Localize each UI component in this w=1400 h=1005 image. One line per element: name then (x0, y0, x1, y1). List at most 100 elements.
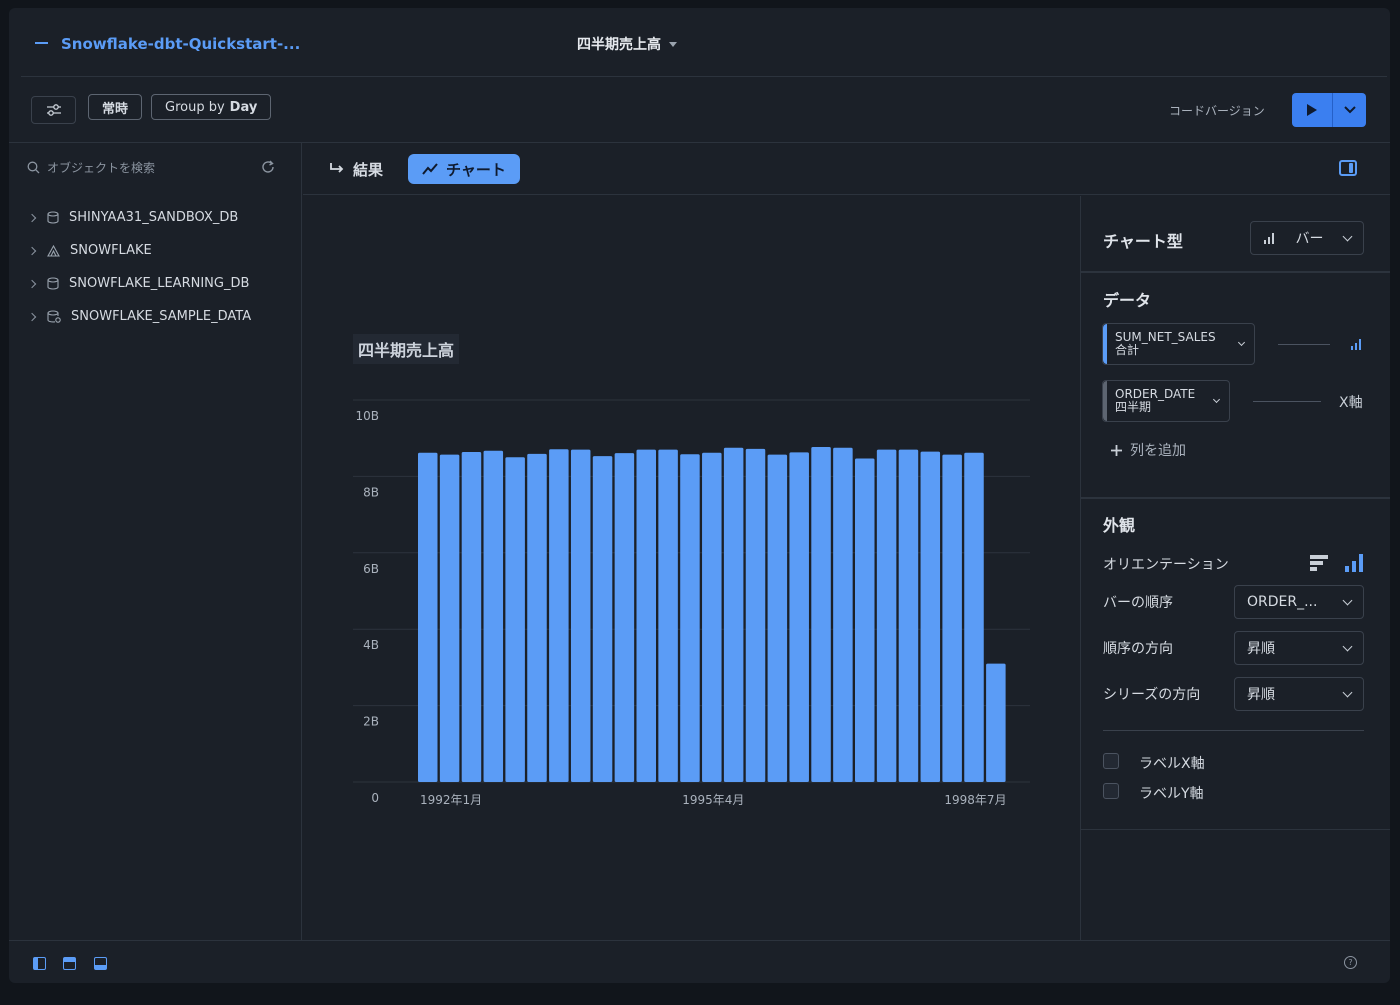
side-panel-toggle-icon[interactable] (1339, 160, 1357, 176)
bar[interactable] (745, 448, 766, 782)
vertical-bars-icon[interactable] (1345, 554, 1363, 572)
bar[interactable] (789, 452, 809, 782)
bar[interactable] (592, 456, 613, 782)
help-icon[interactable]: ? (1344, 956, 1357, 969)
tree-item-learning-db[interactable]: SNOWFLAKE_LEARNING_DB (27, 276, 249, 291)
bar[interactable] (942, 454, 962, 782)
column-chip-sum-net-sales[interactable]: SUM_NET_SALES 合計 (1102, 323, 1255, 365)
bar[interactable] (767, 454, 788, 782)
chart-settings-panel: チャート型 バー データ SUM_NET_SALES 合計 ORDER_DATE… (1080, 196, 1390, 940)
tab-results-label: 結果 (353, 160, 384, 179)
bar[interactable] (439, 454, 460, 782)
layout-top-panel-icon[interactable] (63, 957, 76, 970)
chart-type-select[interactable]: バー (1250, 221, 1364, 255)
sliders-icon (46, 104, 61, 116)
run-options-button[interactable] (1332, 93, 1366, 127)
code-version-link[interactable]: コードバージョン (1169, 102, 1265, 119)
y-tick-label: 10B (355, 409, 379, 423)
chart-area: 四半期売上高 0 2B 4B 6B 8B 10B 1992年1月 1995年4月 1998年7月 (303, 196, 1080, 940)
chevron-down-icon (1342, 687, 1353, 697)
bar[interactable] (811, 446, 831, 782)
chevron-down-icon (1342, 595, 1353, 605)
chevron-right-icon[interactable] (27, 246, 37, 255)
bar-order-select[interactable]: ORDER_... (1234, 585, 1364, 619)
line-chart-icon (422, 163, 438, 175)
bar[interactable] (549, 449, 569, 782)
label-y-checkbox[interactable] (1103, 783, 1119, 799)
label-y-text: ラベルY軸 (1139, 786, 1204, 802)
filter-button[interactable] (31, 96, 76, 124)
toolbar: 常時 Group by Day コードバージョン (9, 78, 1390, 142)
play-icon (1307, 104, 1317, 116)
bar[interactable] (702, 452, 722, 782)
sheet-title-dropdown[interactable]: 四半期売上高 (577, 34, 677, 54)
bar[interactable] (833, 447, 853, 782)
horizontal-bars-icon[interactable] (1310, 555, 1328, 571)
collapse-icon[interactable] (35, 42, 48, 44)
y-tick-label: 4B (363, 638, 379, 652)
run-button[interactable] (1292, 93, 1332, 127)
bar[interactable] (570, 449, 591, 782)
bar[interactable] (986, 663, 1006, 782)
bar[interactable] (680, 454, 700, 782)
column-chip-order-date[interactable]: ORDER_DATE 四半期 (1102, 380, 1230, 422)
tree-item-sample-data[interactable]: SNOWFLAKE_SAMPLE_DATA (27, 309, 251, 324)
column-aggregation: 合計 (1115, 343, 1140, 357)
bar[interactable] (636, 449, 657, 782)
layout-bottom-panel-icon[interactable] (94, 957, 107, 970)
bar[interactable] (461, 451, 482, 782)
database-icon (47, 277, 59, 290)
database-icon (47, 211, 59, 224)
data-heading: データ (1103, 291, 1152, 310)
column-aggregation: 四半期 (1115, 400, 1152, 414)
add-column-button[interactable]: 列を追加 (1111, 440, 1186, 460)
bar-chart-icon[interactable] (1350, 338, 1362, 350)
chevron-right-icon[interactable] (27, 213, 37, 222)
bar[interactable] (898, 449, 919, 782)
label-x-text: ラベルX軸 (1139, 756, 1205, 772)
add-column-label: 列を追加 (1130, 443, 1186, 459)
bar[interactable] (855, 458, 875, 782)
series-direction-value: 昇順 (1247, 687, 1275, 703)
refresh-icon[interactable] (261, 160, 275, 174)
order-direction-value: 昇順 (1247, 641, 1275, 657)
bar[interactable] (876, 449, 897, 782)
bar[interactable] (527, 453, 547, 782)
bar[interactable] (418, 452, 438, 782)
bar-chart: 0 2B 4B 6B 8B 10B 1992年1月 1995年4月 1998年7月 (353, 399, 1030, 807)
bar[interactable] (723, 447, 744, 782)
series-direction-label: シリーズの方向 (1103, 687, 1201, 703)
tab-results[interactable]: 結果 (315, 154, 397, 184)
tree-item-snowflake[interactable]: SNOWFLAKE (27, 243, 152, 258)
bar[interactable] (614, 453, 635, 782)
y-tick-label: 8B (363, 485, 379, 499)
order-direction-select[interactable]: 昇順 (1234, 631, 1364, 665)
chevron-right-icon[interactable] (27, 312, 37, 321)
bar[interactable] (658, 449, 678, 782)
x-tick-label: 1995年4月 (682, 793, 744, 807)
bar[interactable] (505, 457, 525, 782)
bar[interactable] (964, 452, 984, 782)
tab-chart[interactable]: チャート (408, 154, 520, 184)
layout-left-panel-icon[interactable] (33, 957, 46, 970)
tree-item-label: SHINYAA31_SANDBOX_DB (69, 210, 239, 225)
divider (1103, 730, 1364, 731)
bar-order-value: ORDER_... (1247, 594, 1318, 610)
bar[interactable] (483, 450, 504, 782)
object-search[interactable]: オブジェクトを検索 (27, 159, 155, 176)
tree-item-sandbox-db[interactable]: SHINYAA31_SANDBOX_DB (27, 210, 239, 225)
column-chip-text: ORDER_DATE 四半期 (1115, 388, 1195, 414)
bar[interactable] (920, 451, 941, 782)
chevron-right-icon[interactable] (27, 279, 37, 288)
filter-always-button[interactable]: 常時 (88, 94, 143, 120)
divider (1081, 829, 1390, 830)
object-explorer: オブジェクトを検索 SHINYAA31_SANDBOX_DB SNOWFLAKE… (9, 143, 302, 940)
column-chip-text: SUM_NET_SALES 合計 (1115, 331, 1216, 357)
series-direction-select[interactable]: 昇順 (1234, 677, 1364, 711)
group-by-button[interactable]: Group by Day (151, 94, 272, 120)
worksheet-name-link[interactable]: Snowflake-dbt-Quickstart-... (61, 35, 300, 53)
return-arrow-icon (330, 163, 344, 173)
x-axis-role[interactable]: X軸 (1339, 392, 1363, 412)
connector-line (1278, 344, 1330, 345)
label-x-checkbox[interactable] (1103, 753, 1119, 769)
